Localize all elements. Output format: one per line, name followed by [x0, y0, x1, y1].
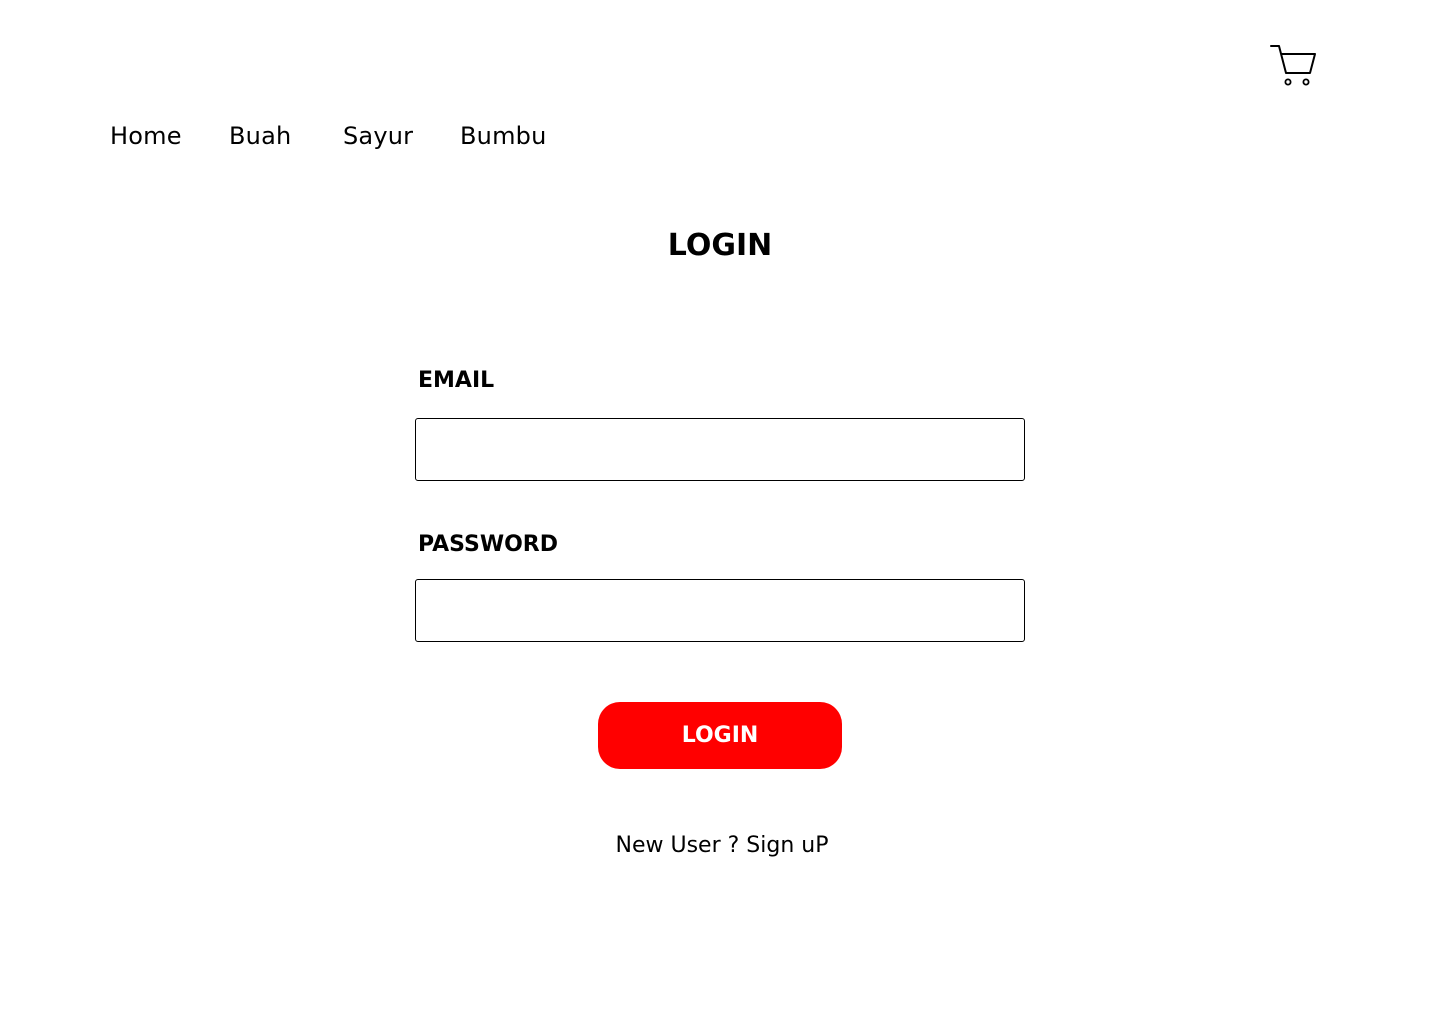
page-title: LOGIN [667, 228, 773, 263]
password-field[interactable] [415, 579, 1025, 642]
password-label: PASSWORD [418, 532, 559, 557]
cart-icon-graphic [1270, 45, 1316, 86]
nav-item-home[interactable]: Home [110, 119, 182, 153]
nav-item-bumbu[interactable]: Bumbu [460, 119, 547, 153]
signup-link[interactable]: New User ? Sign uP [0, 830, 1440, 862]
email-field[interactable] [415, 418, 1025, 481]
email-label: EMAIL [418, 368, 495, 393]
nav-item-sayur[interactable]: Sayur [343, 119, 413, 153]
cart-icon[interactable] [1268, 42, 1318, 90]
nav-item-buah[interactable]: Buah [229, 119, 291, 153]
login-button[interactable]: LOGIN [598, 702, 842, 769]
